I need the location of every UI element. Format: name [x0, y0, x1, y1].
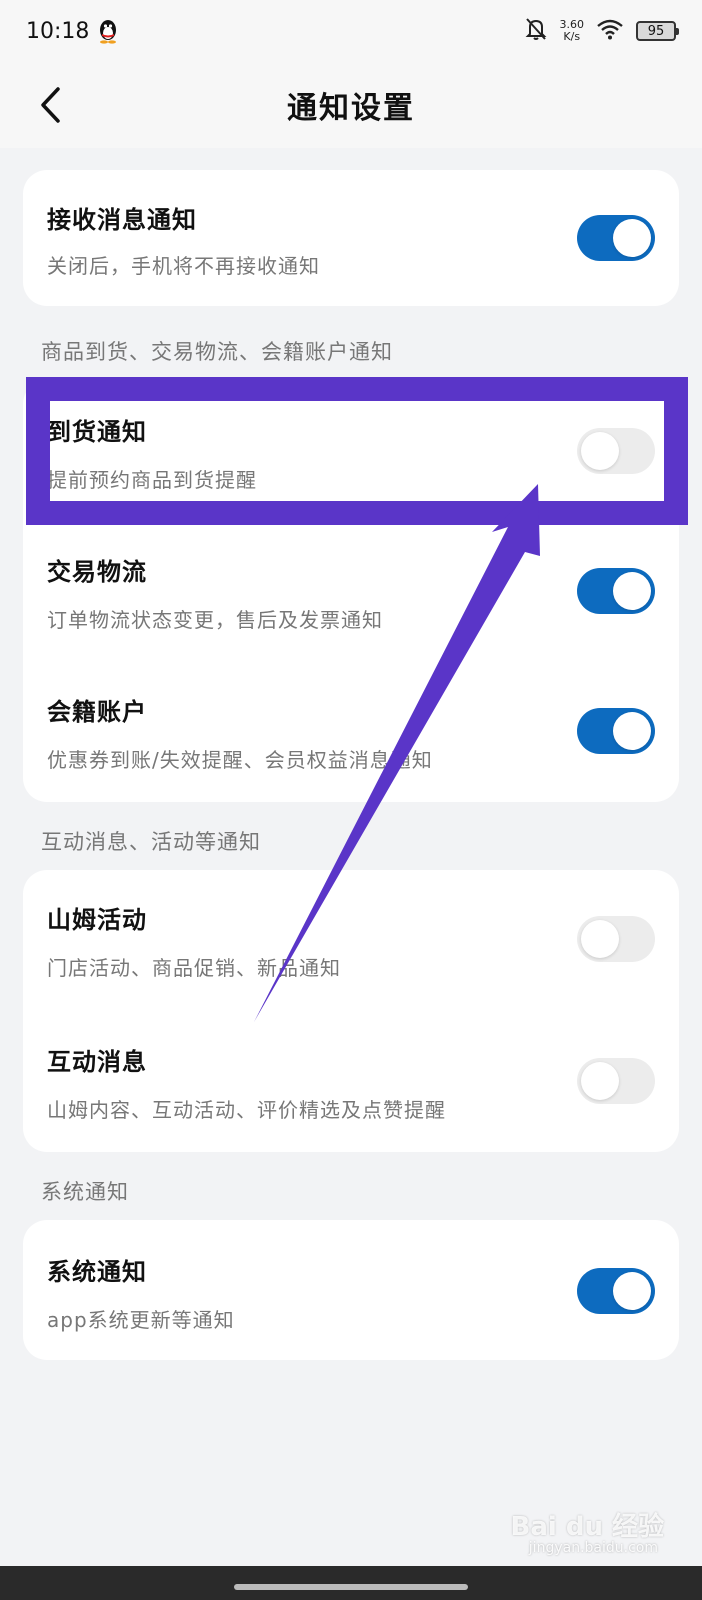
status-bar: 10:18 3.60 K/s 95 — [0, 0, 702, 62]
row-desc: 山姆内容、互动活动、评价精选及点赞提醒 — [47, 1098, 446, 1122]
back-button[interactable] — [30, 84, 70, 126]
settings-row-system: 系统通知 app系统更新等通知 — [23, 1220, 679, 1360]
row-title: 山姆活动 — [47, 906, 147, 934]
toggle-arrival-notification[interactable] — [577, 428, 655, 474]
section-label-goods: 商品到货、交易物流、会籍账户通知 — [41, 340, 393, 364]
qq-penguin-icon — [97, 18, 119, 44]
settings-row-receive: 接收消息通知 关闭后，手机将不再接收通知 — [23, 170, 679, 306]
toggle-knob — [613, 572, 651, 610]
section-label-system: 系统通知 — [41, 1180, 129, 1204]
toggle-knob — [581, 1062, 619, 1100]
toggle-receive-notification[interactable] — [577, 215, 655, 261]
section-label-interaction: 互动消息、活动等通知 — [41, 830, 261, 854]
notification-muted-icon — [524, 16, 548, 46]
toggle-membership-notification[interactable] — [577, 708, 655, 754]
settings-row-membership: 会籍账户 优惠券到账/失效提醒、会员权益消息通知 — [23, 660, 679, 802]
status-time: 10:18 — [26, 18, 90, 44]
receive-notification-card: 接收消息通知 关闭后，手机将不再接收通知 — [23, 170, 679, 306]
row-desc: app系统更新等通知 — [47, 1308, 235, 1332]
system-nav-bar — [0, 1566, 702, 1600]
settings-row-logistics: 交易物流 订单物流状态变更，售后及发票通知 — [23, 520, 679, 660]
system-card: 系统通知 app系统更新等通知 — [23, 1220, 679, 1360]
home-indicator[interactable] — [234, 1584, 468, 1590]
network-speed: 3.60 K/s — [560, 19, 585, 43]
row-title: 互动消息 — [47, 1048, 147, 1076]
row-desc: 提前预约商品到货提醒 — [47, 468, 257, 492]
toggle-logistics-notification[interactable] — [577, 568, 655, 614]
battery-indicator: 95 — [636, 21, 679, 41]
page-title: 通知设置 — [287, 91, 415, 126]
toggle-knob — [613, 219, 651, 257]
settings-row-sam-activity: 山姆活动 门店活动、商品促销、新品通知 — [23, 870, 679, 1010]
row-desc: 关闭后，手机将不再接收通知 — [47, 254, 320, 278]
toggle-sam-activity[interactable] — [577, 916, 655, 962]
row-desc: 门店活动、商品促销、新品通知 — [47, 956, 341, 980]
row-title: 接收消息通知 — [47, 206, 197, 234]
toggle-knob — [613, 712, 651, 750]
toggle-knob — [613, 1272, 651, 1310]
interaction-card: 山姆活动 门店活动、商品促销、新品通知 互动消息 山姆内容、互动活动、评价精选及… — [23, 870, 679, 1152]
toggle-system-notification[interactable] — [577, 1268, 655, 1314]
toggle-interaction-message[interactable] — [577, 1058, 655, 1104]
row-title: 到货通知 — [47, 418, 147, 446]
status-icons: 3.60 K/s 95 — [524, 16, 679, 46]
toggle-knob — [581, 432, 619, 470]
toggle-knob — [581, 920, 619, 958]
wifi-icon — [596, 18, 624, 44]
goods-logistics-card: 到货通知 提前预约商品到货提醒 交易物流 订单物流状态变更，售后及发票通知 会籍… — [23, 380, 679, 802]
baidu-watermark-url: jingyan.baidu.com — [528, 1540, 658, 1556]
settings-row-arrival: 到货通知 提前预约商品到货提醒 — [23, 380, 679, 520]
network-speed-unit: K/s — [563, 30, 581, 43]
row-title: 交易物流 — [47, 558, 147, 586]
row-desc: 优惠券到账/失效提醒、会员权益消息通知 — [47, 748, 433, 772]
chevron-left-icon — [41, 87, 60, 123]
app-header: 通知设置 — [0, 62, 702, 148]
row-title: 系统通知 — [47, 1258, 147, 1286]
row-desc: 订单物流状态变更，售后及发票通知 — [47, 608, 383, 632]
baidu-watermark: Bai du 经验 — [510, 1512, 665, 1542]
row-title: 会籍账户 — [47, 698, 147, 726]
settings-row-interaction: 互动消息 山姆内容、互动活动、评价精选及点赞提醒 — [23, 1010, 679, 1152]
